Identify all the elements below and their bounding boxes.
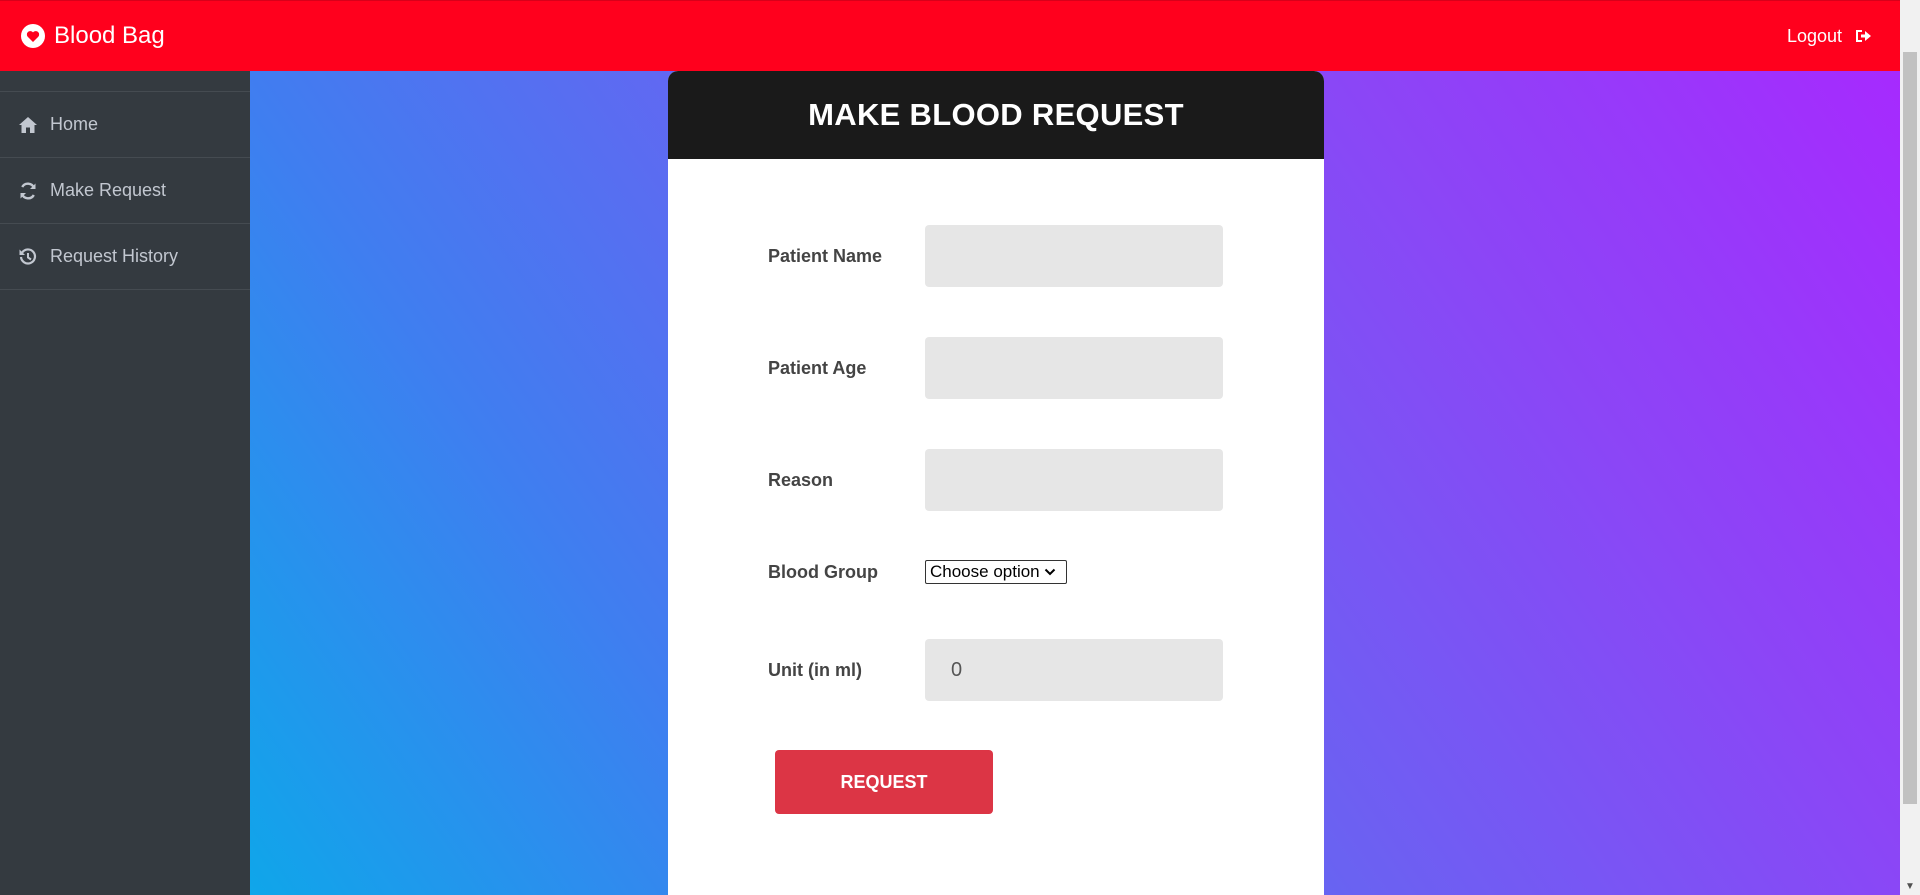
sidebar-item-label: Request History <box>50 246 179 266</box>
home-icon <box>18 115 38 135</box>
blood-group-select[interactable]: Choose option <box>925 560 1067 584</box>
main-content: MAKE BLOOD REQUEST Patient Name Patient … <box>250 71 1900 895</box>
reason-row: Reason <box>768 449 1223 511</box>
unit-label: Unit (in ml) <box>768 659 862 680</box>
blood-group-selected: Choose option <box>930 562 1040 581</box>
heart-circle-icon <box>20 23 46 49</box>
form-title: MAKE BLOOD REQUEST <box>808 97 1184 132</box>
unit-input[interactable] <box>925 639 1223 701</box>
history-icon <box>18 247 38 267</box>
blood-group-row: Blood Group Choose option <box>768 560 1067 584</box>
request-button[interactable]: REQUEST <box>775 750 993 814</box>
request-form-card: MAKE BLOOD REQUEST Patient Name Patient … <box>668 71 1324 895</box>
form-title-bar: MAKE BLOOD REQUEST <box>668 71 1324 159</box>
patient-age-row: Patient Age <box>768 337 1223 399</box>
sidebar-item-home[interactable]: Home <box>0 92 250 158</box>
sidebar: Home Make Request Request History <box>0 71 250 895</box>
patient-age-label: Patient Age <box>768 357 867 378</box>
brand-name: Blood Bag <box>54 22 165 49</box>
sidebar-item-request-history[interactable]: Request History <box>0 224 250 290</box>
logout-link[interactable]: Logout <box>1787 26 1872 47</box>
patient-age-input[interactable] <box>925 337 1223 399</box>
patient-name-label: Patient Name <box>768 245 883 266</box>
reason-label: Reason <box>768 469 834 490</box>
sign-out-icon <box>1854 27 1872 45</box>
scroll-down-arrow-icon[interactable]: ▼ <box>1900 877 1920 895</box>
chevron-down-icon <box>1044 567 1056 577</box>
top-navbar: Blood Bag Logout <box>0 0 1900 71</box>
patient-name-input[interactable] <box>925 225 1223 287</box>
scrollbar-thumb[interactable] <box>1903 52 1917 804</box>
patient-name-row: Patient Name <box>768 225 1223 287</box>
sidebar-item-label: Home <box>50 114 99 134</box>
logout-label: Logout <box>1786 25 1842 46</box>
reason-input[interactable] <box>925 449 1223 511</box>
blood-group-label: Blood Group <box>768 561 878 582</box>
sidebar-item-label: Make Request <box>50 180 167 200</box>
sidebar-item-make-request[interactable]: Make Request <box>0 158 250 224</box>
refresh-icon <box>18 181 38 201</box>
unit-row: Unit (in ml) <box>768 639 1223 701</box>
brand[interactable]: Blood Bag <box>20 22 165 50</box>
page-scrollbar[interactable]: ▼ <box>1900 0 1920 895</box>
